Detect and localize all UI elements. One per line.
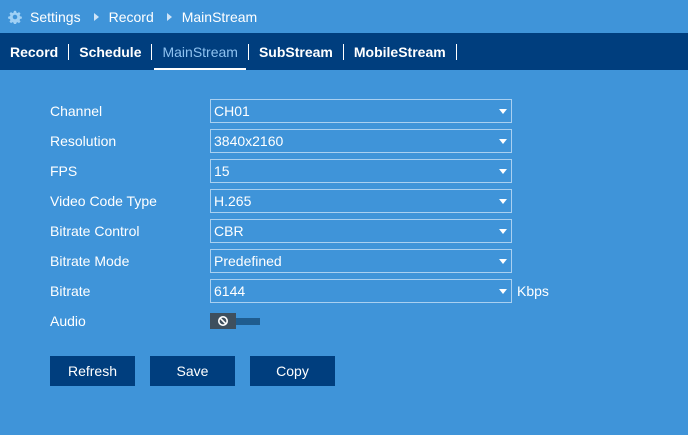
resolution-row: Resolution 3840x2160 bbox=[50, 129, 512, 153]
bitrate-control-value: CBR bbox=[214, 223, 244, 239]
resolution-select[interactable]: 3840x2160 bbox=[210, 129, 512, 153]
caret-down-icon bbox=[499, 229, 507, 234]
tab-mobilestream[interactable]: MobileStream bbox=[344, 33, 456, 70]
chevron-right-icon bbox=[166, 12, 172, 21]
breadcrumb: Settings Record MainStream bbox=[0, 0, 688, 33]
channel-select[interactable]: CH01 bbox=[210, 99, 512, 123]
disabled-icon bbox=[218, 316, 228, 326]
breadcrumb-item-mainstream: MainStream bbox=[181, 8, 258, 25]
video-code-type-value: H.265 bbox=[214, 193, 252, 209]
caret-down-icon bbox=[499, 109, 507, 114]
bitrate-value: 6144 bbox=[214, 283, 246, 299]
bitrate-mode-label: Bitrate Mode bbox=[50, 253, 130, 269]
tab-bar: Record Schedule MainStream SubStream Mob… bbox=[0, 33, 688, 70]
caret-down-icon bbox=[499, 289, 507, 294]
video-code-type-row: Video Code Type H.265 bbox=[50, 189, 512, 213]
audio-label: Audio bbox=[50, 313, 86, 329]
resolution-value: 3840x2160 bbox=[214, 133, 284, 149]
bitrate-unit: Kbps bbox=[517, 283, 549, 299]
bitrate-mode-select[interactable]: Predefined bbox=[210, 249, 512, 273]
video-code-type-select[interactable]: H.265 bbox=[210, 189, 512, 213]
bitrate-select[interactable]: 6144 bbox=[210, 279, 512, 303]
tab-divider bbox=[455, 43, 457, 60]
fps-select[interactable]: 15 bbox=[210, 159, 512, 183]
caret-down-icon bbox=[499, 139, 507, 144]
bitrate-label: Bitrate bbox=[50, 283, 91, 299]
fps-label: FPS bbox=[50, 163, 78, 179]
resolution-label: Resolution bbox=[50, 133, 117, 149]
caret-down-icon bbox=[499, 169, 507, 174]
fps-row: FPS 15 bbox=[50, 159, 512, 183]
video-code-type-label: Video Code Type bbox=[50, 193, 157, 209]
chevron-right-icon bbox=[93, 12, 99, 21]
tab-substream[interactable]: SubStream bbox=[249, 33, 343, 70]
gear-icon bbox=[7, 9, 23, 25]
audio-row: Audio bbox=[50, 309, 260, 333]
save-button[interactable]: Save bbox=[150, 356, 235, 386]
bitrate-control-label: Bitrate Control bbox=[50, 223, 140, 239]
tab-schedule[interactable]: Schedule bbox=[69, 33, 151, 70]
bitrate-row: Bitrate 6144 Kbps bbox=[50, 279, 549, 303]
channel-value: CH01 bbox=[214, 103, 250, 119]
caret-down-icon bbox=[499, 199, 507, 204]
bitrate-mode-row: Bitrate Mode Predefined bbox=[50, 249, 512, 273]
channel-row: Channel CH01 bbox=[50, 99, 512, 123]
bitrate-control-row: Bitrate Control CBR bbox=[50, 219, 512, 243]
channel-label: Channel bbox=[50, 103, 103, 119]
breadcrumb-item-settings[interactable]: Settings bbox=[30, 9, 81, 25]
fps-value: 15 bbox=[214, 163, 230, 179]
copy-button[interactable]: Copy bbox=[250, 356, 335, 386]
breadcrumb-item-record[interactable]: Record bbox=[109, 9, 154, 25]
tab-record[interactable]: Record bbox=[0, 33, 68, 70]
toggle-knob bbox=[210, 313, 236, 329]
tab-mainstream[interactable]: MainStream bbox=[152, 33, 247, 70]
audio-toggle[interactable] bbox=[210, 313, 260, 329]
refresh-button[interactable]: Refresh bbox=[50, 356, 135, 386]
bitrate-mode-value: Predefined bbox=[214, 253, 282, 269]
bitrate-control-select[interactable]: CBR bbox=[210, 219, 512, 243]
caret-down-icon bbox=[499, 259, 507, 264]
